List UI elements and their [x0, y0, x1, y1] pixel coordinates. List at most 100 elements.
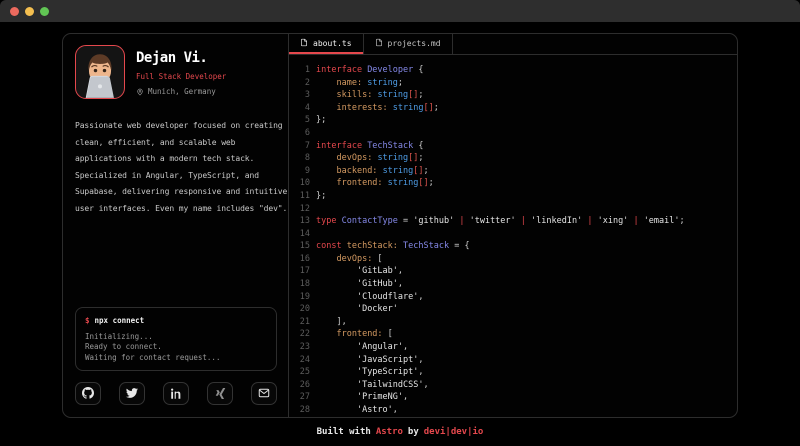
profile-panel: Dejan Vi. Full Stack Developer Munich, G…: [63, 34, 289, 417]
code-line: 25 'TypeScript',: [298, 367, 737, 380]
code-line: 12: [298, 204, 737, 217]
github-link-button[interactable]: [75, 382, 101, 405]
code-text: interface TechStack {: [316, 141, 424, 154]
code-text: 'PrimeNG',: [316, 392, 408, 405]
code-line: 18 'GitHub',: [298, 279, 737, 292]
close-button[interactable]: [10, 7, 19, 16]
code-text: backend: string[];: [316, 166, 429, 179]
code-text: 'Astro',: [316, 405, 398, 417]
xing-icon: [215, 384, 226, 403]
line-number: 28: [298, 405, 310, 417]
code-line: 27 'PrimeNG',: [298, 392, 737, 405]
line-number: 20: [298, 304, 310, 317]
email-link-button[interactable]: [251, 382, 277, 405]
line-number: 9: [298, 166, 310, 179]
editor-tabbar: about.ts projects.md: [289, 34, 737, 55]
line-number: 6: [298, 128, 310, 141]
linkedin-icon: [171, 384, 182, 403]
line-number: 25: [298, 367, 310, 380]
line-number: 5: [298, 115, 310, 128]
location-row: Munich, Germany: [136, 87, 226, 96]
github-icon: [82, 384, 94, 403]
line-number: 24: [298, 355, 310, 368]
xing-link-button[interactable]: [207, 382, 233, 405]
line-number: 22: [298, 329, 310, 342]
line-number: 4: [298, 103, 310, 116]
code-text: 'GitLab',: [316, 266, 403, 279]
site-footer: Built with Astro by devi|dev|io: [0, 418, 800, 446]
line-number: 10: [298, 178, 310, 191]
code-line: 21 ],: [298, 317, 737, 330]
bio-text: Passionate web developer focused on crea…: [75, 118, 277, 217]
profile-location: Munich, Germany: [148, 87, 216, 96]
twitter-link-button[interactable]: [119, 382, 145, 405]
line-number: 19: [298, 292, 310, 305]
line-number: 18: [298, 279, 310, 292]
profile-header: Dejan Vi. Full Stack Developer Munich, G…: [75, 45, 277, 99]
file-icon: [375, 38, 383, 49]
tab-projects.md[interactable]: projects.md: [364, 34, 453, 54]
code-text: devOps: [: [316, 254, 383, 267]
code-area: 1interface Developer {2 name: string;3 s…: [289, 55, 737, 417]
code-line: 3 skills: string[];: [298, 90, 737, 103]
line-number: 2: [298, 78, 310, 91]
footer-site-link[interactable]: devi|dev|io: [424, 427, 484, 437]
terminal-output-line: Waiting for contact request...: [85, 353, 267, 363]
footer-framework: Astro: [376, 427, 403, 437]
code-text: 'Angular',: [316, 342, 408, 355]
tab-about.ts[interactable]: about.ts: [289, 34, 364, 54]
twitter-icon: [126, 384, 138, 403]
window-titlebar: [0, 0, 800, 22]
code-line: 23 'Angular',: [298, 342, 737, 355]
code-text: skills: string[];: [316, 90, 424, 103]
line-number: 14: [298, 229, 310, 242]
code-text: 'GitHub',: [316, 279, 403, 292]
code-line: 7 interface TechStack {: [298, 141, 737, 154]
terminal-box: $npx connect Initializing...Ready to con…: [75, 307, 277, 371]
code-line: 11};: [298, 191, 737, 204]
identity-block: Dejan Vi. Full Stack Developer Munich, G…: [136, 45, 226, 99]
code-line: 2 name: string;: [298, 78, 737, 91]
line-number: 12: [298, 204, 310, 217]
code-text: frontend: string[];: [316, 178, 434, 191]
line-number: 26: [298, 380, 310, 393]
code-line: 9 backend: string[];: [298, 166, 737, 179]
line-number: 11: [298, 191, 310, 204]
minimize-button[interactable]: [25, 7, 34, 16]
code-line: 22 frontend: [: [298, 329, 737, 342]
tab-label: about.ts: [313, 39, 352, 48]
tab-label: projects.md: [388, 39, 441, 48]
code-line: 8 devOps: string[];: [298, 153, 737, 166]
code-text: frontend: [: [316, 329, 393, 342]
code-text: name: string;: [316, 78, 403, 91]
terminal-command: npx connect: [95, 316, 145, 325]
code-text: interests: string[];: [316, 103, 439, 116]
line-number: 8: [298, 153, 310, 166]
footer-prefix: Built with: [317, 427, 371, 437]
terminal-command-line: $ npx connect: [85, 316, 267, 325]
line-number: 7: [298, 141, 310, 154]
social-links-row: [75, 382, 277, 405]
code-text: 'Cloudflare',: [316, 292, 424, 305]
code-line: 16 devOps: [: [298, 254, 737, 267]
avatar: [75, 45, 125, 99]
code-line: 28 'Astro',: [298, 405, 737, 417]
code-line: 10 frontend: string[];: [298, 178, 737, 191]
maximize-button[interactable]: [40, 7, 49, 16]
line-number: 23: [298, 342, 310, 355]
code-line: 15const techStack: TechStack = {: [298, 241, 737, 254]
code-text: 'TypeScript',: [316, 367, 424, 380]
code-line: 1interface Developer {: [298, 65, 737, 78]
code-line: 20 'Docker': [298, 304, 737, 317]
terminal-output-line: Initializing...: [85, 332, 267, 342]
portfolio-card: Dejan Vi. Full Stack Developer Munich, G…: [62, 33, 738, 418]
line-number: 15: [298, 241, 310, 254]
page-background: Dejan Vi. Full Stack Developer Munich, G…: [0, 22, 800, 418]
file-icon: [300, 38, 308, 49]
footer-by: by: [408, 427, 419, 437]
memoji-avatar-graphic: [76, 46, 124, 98]
line-number: 17: [298, 266, 310, 279]
terminal-prompt: $: [85, 316, 90, 325]
code-line: 14: [298, 229, 737, 242]
linkedin-link-button[interactable]: [163, 382, 189, 405]
